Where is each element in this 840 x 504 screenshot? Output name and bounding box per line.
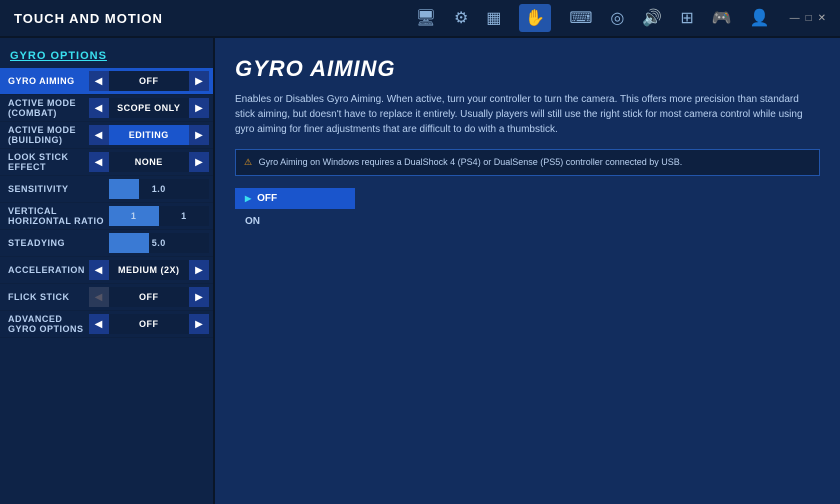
warning-box: ⚠ Gyro Aiming on Windows requires a Dual… [235, 149, 820, 176]
ratio-right-value: 1 [159, 206, 209, 226]
app-title: TOUCH AND MOTION [14, 11, 416, 26]
warning-icon: ⚠ [244, 157, 252, 167]
sensitivity-label: SENSITIVITY [4, 184, 109, 194]
gyro-aiming-left-arrow[interactable]: ◀ [89, 71, 109, 91]
window-controls: — □ ✕ [790, 13, 826, 24]
main-layout: GYRO OPTIONS GYRO AIMING ◀ OFF ▶ ACTIVE … [0, 38, 840, 504]
flick-stick-left-arrow[interactable]: ◀ [89, 287, 109, 307]
touch-icon[interactable]: ✋ [519, 4, 551, 32]
active-mode-combat-left-arrow[interactable]: ◀ [89, 98, 109, 118]
look-stick-effect-label: LOOK STICK EFFECT [4, 152, 89, 172]
help-description: Enables or Disables Gyro Aiming. When ac… [235, 92, 820, 137]
gyro-aiming-label: GYRO AIMING [4, 76, 89, 86]
display-icon[interactable]: ▦ [486, 8, 501, 28]
active-mode-combat-label: ACTIVE MODE (COMBAT) [4, 98, 89, 118]
gyro-aiming-right-arrow[interactable]: ▶ [189, 71, 209, 91]
active-mode-combat-value: SCOPE ONLY [109, 98, 190, 118]
dropdown-on-option[interactable]: ON [235, 211, 355, 232]
steadying-slider[interactable]: 5.0 [109, 233, 210, 253]
look-stick-effect-row[interactable]: LOOK STICK EFFECT ◀ NONE ▶ [0, 149, 213, 176]
gamepad-left-icon[interactable]: ◎ [610, 8, 624, 28]
flick-stick-label: FLICK STICK [4, 292, 89, 302]
vertical-horizontal-ratio-value[interactable]: 1 1 [109, 206, 210, 226]
steadying-label: STEADYING [4, 238, 109, 248]
dropdown-arrow-icon: ▶ [245, 194, 251, 203]
look-stick-effect-left-arrow[interactable]: ◀ [89, 152, 109, 172]
look-stick-effect-right-arrow[interactable]: ▶ [189, 152, 209, 172]
dropdown-off-label: OFF [257, 193, 277, 204]
advanced-gyro-options-left-arrow[interactable]: ◀ [89, 314, 109, 334]
steadying-value: 5.0 [109, 238, 210, 248]
advanced-gyro-options-value: OFF [109, 314, 190, 334]
active-mode-building-right-arrow[interactable]: ▶ [189, 125, 209, 145]
active-mode-building-left-arrow[interactable]: ◀ [89, 125, 109, 145]
active-mode-building-row[interactable]: ACTIVE MODE (BUILDING) ◀ EDITING ▶ [0, 122, 213, 149]
advanced-gyro-options-right-arrow[interactable]: ▶ [189, 314, 209, 334]
active-mode-combat-row[interactable]: ACTIVE MODE (COMBAT) ◀ SCOPE ONLY ▶ [0, 95, 213, 122]
gyro-dropdown: ▶ OFF ON [235, 188, 820, 232]
ratio-left-value: 1 [109, 206, 159, 226]
controller-icon[interactable]: 🎮 [712, 8, 732, 28]
acceleration-label: ACCELERATION [4, 265, 89, 275]
dropdown-off-option[interactable]: ▶ OFF [235, 188, 355, 209]
close-button[interactable]: ✕ [818, 13, 826, 24]
right-panel: GYRO AIMING Enables or Disables Gyro Aim… [215, 38, 840, 504]
vertical-horizontal-ratio-label: VERTICAL HORIZONTAL RATIO [4, 206, 109, 226]
sensitivity-value: 1.0 [109, 184, 210, 194]
top-bar: TOUCH AND MOTION 🖥 ⚙ ▦ ✋ ⌨ ◎ 🔊 ⊞ 🎮 👤 — □… [0, 0, 840, 38]
advanced-gyro-options-row[interactable]: ADVANCED GYRO OPTIONS ◀ OFF ▶ [0, 311, 213, 338]
active-mode-combat-right-arrow[interactable]: ▶ [189, 98, 209, 118]
user-icon[interactable]: 👤 [750, 8, 770, 28]
dropdown-on-label: ON [245, 216, 260, 227]
sensitivity-slider[interactable]: 1.0 [109, 179, 210, 199]
acceleration-left-arrow[interactable]: ◀ [89, 260, 109, 280]
flick-stick-row[interactable]: FLICK STICK ◀ OFF ▶ [0, 284, 213, 311]
active-mode-building-value: EDITING [109, 125, 190, 145]
gyro-aiming-row[interactable]: GYRO AIMING ◀ OFF ▶ [0, 68, 213, 95]
volume-icon[interactable]: 🔊 [642, 8, 662, 28]
nav-icons: 🖥 ⚙ ▦ ✋ ⌨ ◎ 🔊 ⊞ 🎮 👤 [416, 4, 770, 32]
acceleration-value: MEDIUM (2X) [109, 260, 190, 280]
monitor-icon[interactable]: 🖥 [416, 8, 436, 28]
look-stick-effect-value: NONE [109, 152, 190, 172]
acceleration-right-arrow[interactable]: ▶ [189, 260, 209, 280]
left-panel: GYRO OPTIONS GYRO AIMING ◀ OFF ▶ ACTIVE … [0, 38, 215, 504]
steadying-row[interactable]: STEADYING 5.0 [0, 230, 213, 257]
flick-stick-value: OFF [109, 287, 190, 307]
vertical-horizontal-ratio-row[interactable]: VERTICAL HORIZONTAL RATIO 1 1 [0, 203, 213, 230]
keyboard-icon[interactable]: ⌨ [569, 8, 592, 28]
acceleration-row[interactable]: ACCELERATION ◀ MEDIUM (2X) ▶ [0, 257, 213, 284]
warning-text: Gyro Aiming on Windows requires a DualSh… [259, 157, 683, 167]
sensitivity-row[interactable]: SENSITIVITY 1.0 [0, 176, 213, 203]
active-mode-building-label: ACTIVE MODE (BUILDING) [4, 125, 89, 145]
flick-stick-right-arrow[interactable]: ▶ [189, 287, 209, 307]
section-title: GYRO OPTIONS [0, 46, 213, 68]
help-title: GYRO AIMING [235, 56, 820, 82]
maximize-button[interactable]: □ [806, 13, 812, 24]
gyro-aiming-value: OFF [109, 71, 190, 91]
network-icon[interactable]: ⊞ [680, 8, 693, 28]
gear-icon[interactable]: ⚙ [454, 8, 468, 28]
advanced-gyro-options-label: ADVANCED GYRO OPTIONS [4, 314, 89, 334]
minimize-button[interactable]: — [790, 13, 800, 24]
